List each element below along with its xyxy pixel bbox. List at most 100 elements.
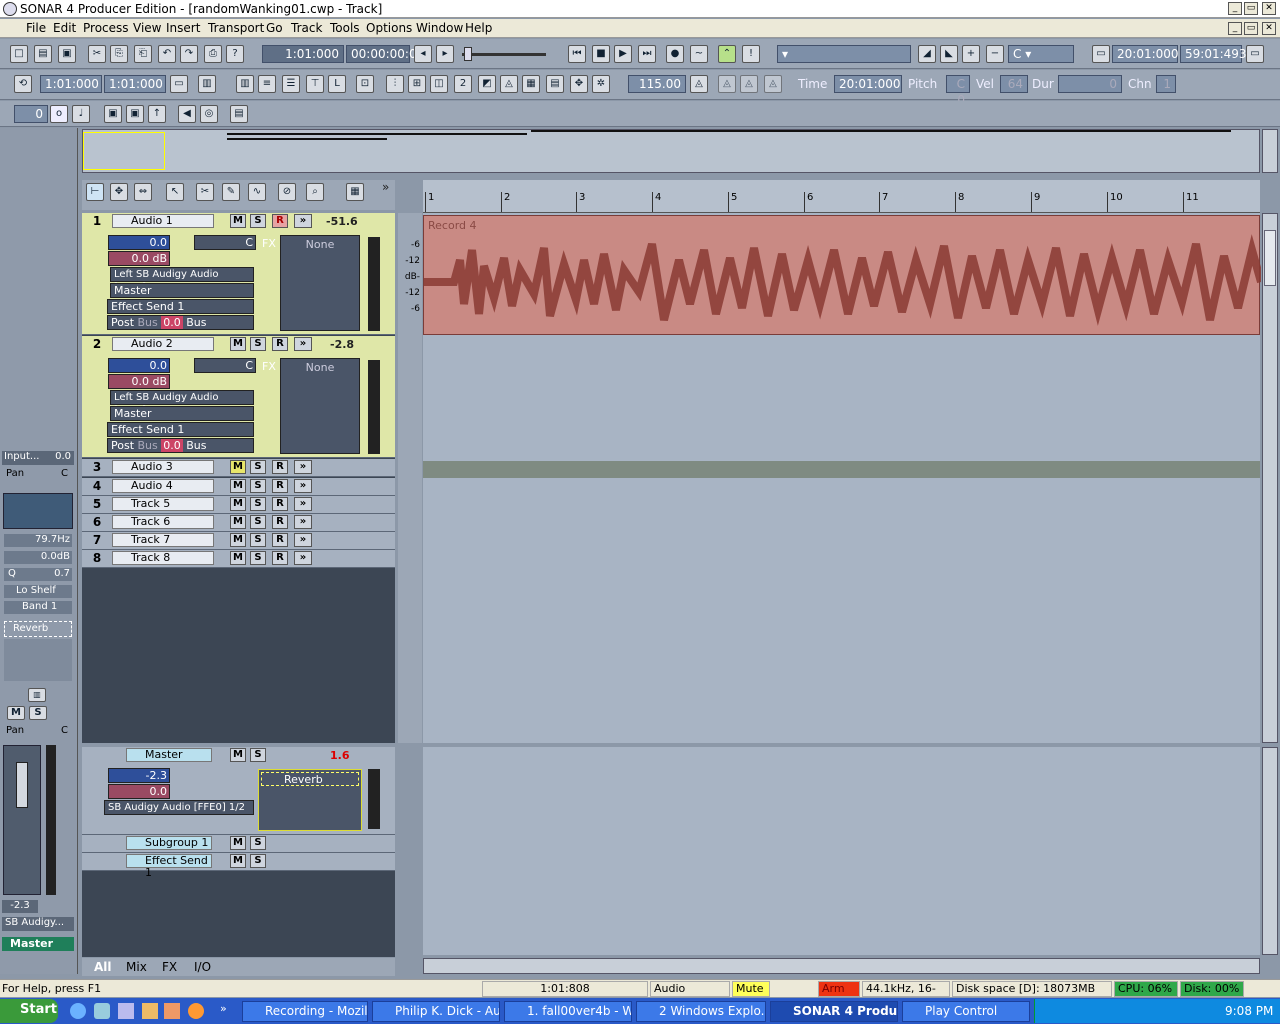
solo-button[interactable]: S — [250, 533, 266, 547]
record-arm-button[interactable]: R — [272, 214, 288, 228]
mute-button[interactable]: M — [230, 533, 246, 547]
eq-frequency[interactable]: 79.7Hz — [4, 534, 72, 547]
markers-view-icon[interactable]: ◫ — [430, 75, 448, 93]
track-3-lane[interactable] — [423, 461, 1260, 478]
ie-quicklaunch-icon[interactable] — [70, 1003, 86, 1019]
menu-view[interactable]: View — [133, 21, 161, 35]
redo-icon[interactable]: ↷ — [180, 45, 198, 63]
track-name[interactable]: Track 6 — [112, 515, 214, 529]
horizontal-scrollbar[interactable] — [423, 958, 1260, 974]
smpte-field[interactable]: 00:00:00:00 — [346, 45, 424, 63]
outlook-quicklaunch-icon[interactable] — [94, 1003, 110, 1019]
surround-icon[interactable]: ▤ — [546, 75, 564, 93]
solo-button[interactable]: S — [250, 836, 266, 850]
sysx-icon[interactable]: ◩ — [478, 75, 496, 93]
play-icon[interactable]: ▶ — [614, 45, 632, 63]
navigator-pane[interactable] — [82, 129, 1260, 173]
tempo-half-icon[interactable]: ◬ — [718, 75, 736, 93]
marker-add-icon[interactable]: ◣ — [940, 45, 958, 63]
send-select[interactable]: Effect Send 1 — [107, 422, 254, 437]
record-icon[interactable]: ● — [666, 45, 684, 63]
meter-icon[interactable]: 2 — [454, 75, 472, 93]
minimize-icon[interactable]: _ — [1228, 2, 1242, 15]
eq-graph[interactable] — [3, 493, 73, 529]
track-1[interactable]: 1 Audio 1 M S R » -51.6 0.0 C 0.0 dB Lef… — [82, 213, 395, 335]
tab-fx[interactable]: FX — [162, 960, 177, 974]
record-arm-button[interactable]: R — [272, 551, 288, 565]
firefox-quicklaunch-icon[interactable] — [188, 1003, 204, 1019]
cut-icon[interactable]: ✂ — [88, 45, 106, 63]
toolbar-more-icon[interactable]: » — [382, 180, 389, 194]
menu-insert[interactable]: Insert — [166, 21, 200, 35]
duration-field[interactable]: 59:01:493 — [1180, 45, 1247, 63]
lyrics-icon[interactable]: ⊤ — [306, 75, 324, 93]
snap-grid-icon[interactable]: ▦ — [346, 183, 364, 201]
record-arm-button[interactable]: R — [272, 533, 288, 547]
inspector-output[interactable]: SB Audigy... — [2, 917, 74, 931]
bus-effect-send-1[interactable]: Effect Send 1 M S — [82, 853, 395, 879]
navigator-view-rect[interactable] — [83, 132, 165, 170]
input-echo-button[interactable]: » — [294, 479, 312, 493]
task-winamp[interactable]: 1. fall00ver4b - Wi... — [504, 1001, 632, 1022]
quicklaunch-more-icon[interactable]: » — [220, 1002, 227, 1015]
solo-button[interactable]: S — [250, 497, 266, 511]
rewind-icon[interactable]: ⏮ — [568, 45, 586, 63]
pan-slider[interactable]: C — [194, 358, 256, 373]
tab-io[interactable]: I/O — [194, 960, 211, 974]
loop-set-icon[interactable]: ▭ — [170, 75, 188, 93]
video-icon[interactable]: ▦ — [522, 75, 540, 93]
stop-icon[interactable]: ■ — [592, 45, 610, 63]
navigator-scrollbar[interactable] — [1262, 129, 1278, 173]
record-mode-icon[interactable]: ~ — [690, 45, 708, 63]
task-sonar[interactable]: SONAR 4 Produc... — [770, 1001, 898, 1022]
track-5[interactable]: 5 Track 5 M S R » — [82, 496, 395, 514]
options-icon[interactable]: ▭ — [1246, 45, 1264, 63]
input-echo-button[interactable]: » — [294, 337, 312, 351]
mute-button[interactable]: M — [230, 748, 246, 762]
position-slider-thumb[interactable] — [464, 47, 472, 61]
output-select[interactable]: Master — [110, 283, 254, 298]
bus-subgroup-1[interactable]: Subgroup 1 M S — [82, 835, 395, 853]
loop-icon[interactable]: ⟲ — [14, 75, 32, 93]
select-tool-icon[interactable]: ↖ — [166, 183, 184, 201]
step-up-icon[interactable]: ↑ — [148, 105, 166, 123]
track-name[interactable]: Audio 1 — [112, 214, 214, 228]
mute-button[interactable]: M — [230, 551, 246, 565]
eq-band[interactable]: Band 1 — [4, 601, 72, 614]
trim-slider[interactable]: 0.0 dB — [108, 251, 170, 266]
undo-icon[interactable]: ↶ — [158, 45, 176, 63]
panic-icon[interactable]: ! — [742, 45, 760, 63]
loop-construct-icon[interactable]: L — [328, 75, 346, 93]
eq-shelf[interactable]: Lo Shelf — [4, 585, 72, 598]
track-8[interactable]: 8 Track 8 M S R » — [82, 550, 395, 568]
track-name[interactable]: Audio 4 — [112, 479, 214, 493]
mute-button[interactable]: M — [230, 337, 246, 351]
audio-clip[interactable]: Record 4 — [423, 215, 1261, 335]
solo-button[interactable]: S — [250, 479, 266, 493]
time-ruler[interactable]: 1 2 3 4 5 6 7 8 9 10 11 — [423, 180, 1260, 213]
inspector-input[interactable]: Input... 0.0 — [2, 451, 74, 465]
fx-bin[interactable]: None — [280, 358, 360, 454]
send-select[interactable]: Effect Send 1 — [107, 299, 254, 314]
inspector-pan[interactable]: Pan C — [2, 468, 74, 482]
solo-button[interactable]: S — [250, 551, 266, 565]
mute-button[interactable]: M — [230, 460, 246, 474]
track-name[interactable]: Track 5 — [112, 497, 214, 511]
zoom-view-icon[interactable]: ⊡ — [356, 75, 374, 93]
inspector-fader-handle[interactable] — [16, 762, 28, 808]
paste-icon[interactable]: ⎗ — [134, 45, 152, 63]
zoom-tool-icon[interactable]: ⌕ — [306, 183, 324, 201]
inspector-pan2[interactable]: Pan C — [2, 725, 74, 739]
track-4[interactable]: 4 Audio 4 M S R » — [82, 478, 395, 496]
loop-end-field[interactable]: 1:01:000 — [104, 75, 166, 93]
event-list-icon[interactable]: ☰ — [282, 75, 300, 93]
app-quicklaunch-icon[interactable] — [142, 1003, 158, 1019]
send-level[interactable]: 0.0 — [161, 316, 183, 329]
track-7[interactable]: 7 Track 7 M S R » — [82, 532, 395, 550]
menu-file[interactable]: File — [26, 21, 46, 35]
solo-button[interactable]: S — [250, 748, 266, 762]
sync-icon[interactable]: ◎ — [200, 105, 218, 123]
desktop-quicklaunch-icon[interactable] — [118, 1003, 134, 1019]
solo-button[interactable]: S — [250, 337, 266, 351]
note-quarter-icon[interactable]: ♩ — [72, 105, 90, 123]
